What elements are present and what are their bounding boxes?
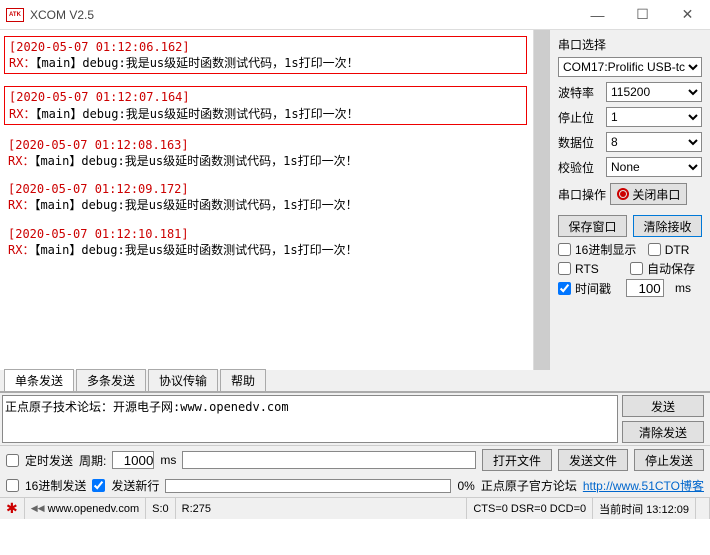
period-input[interactable] bbox=[112, 451, 154, 469]
titlebar: ATK XCOM V2.5 — ☐ ✕ bbox=[0, 0, 710, 30]
terminal-entry: [2020-05-07 01:12:08.163]RX：【main】debug:… bbox=[8, 137, 541, 169]
terminal-entry: [2020-05-07 01:12:10.181]RX：【main】debug:… bbox=[8, 226, 541, 258]
clear-receive-button[interactable]: 清除接收 bbox=[633, 215, 702, 237]
app-logo: ATK bbox=[6, 8, 24, 22]
tab-protocol[interactable]: 协议传输 bbox=[148, 369, 218, 391]
chevron-left-icon[interactable]: ◀◀ bbox=[31, 503, 45, 514]
open-file-button[interactable]: 打开文件 bbox=[482, 449, 552, 471]
tab-help[interactable]: 帮助 bbox=[220, 369, 266, 391]
clear-send-button[interactable]: 清除发送 bbox=[622, 421, 704, 443]
baud-select[interactable]: 115200 bbox=[606, 82, 702, 102]
side-panel: 串口选择 COM17:Prolific USB-tc 波特率115200 停止位… bbox=[550, 30, 710, 370]
hex-display-checkbox[interactable] bbox=[558, 243, 571, 256]
maximize-button[interactable]: ☐ bbox=[620, 0, 665, 30]
save-window-button[interactable]: 保存窗口 bbox=[558, 215, 627, 237]
dtr-checkbox[interactable] bbox=[648, 243, 661, 256]
stop-label: 停止位 bbox=[558, 109, 602, 126]
rts-checkbox[interactable] bbox=[558, 262, 571, 275]
hex-send-checkbox[interactable] bbox=[6, 479, 19, 492]
stop-select[interactable]: 1 bbox=[606, 107, 702, 127]
status-site: www.openedv.com bbox=[48, 503, 140, 515]
terminal-entry: [2020-05-07 01:12:09.172]RX：【main】debug:… bbox=[8, 181, 541, 213]
timestamp-checkbox[interactable] bbox=[558, 282, 571, 295]
port-select-label: 串口选择 bbox=[558, 36, 702, 53]
send-button[interactable]: 发送 bbox=[622, 395, 704, 417]
window-title: XCOM V2.5 bbox=[30, 8, 94, 22]
baud-label: 波特率 bbox=[558, 84, 602, 101]
progress-percent: 0% bbox=[457, 479, 474, 493]
terminal-entry: [2020-05-07 01:12:07.164]RX：【main】debug:… bbox=[4, 86, 527, 124]
op-label: 串口操作 bbox=[558, 186, 606, 203]
tabs: 单条发送 多条发送 协议传输 帮助 bbox=[0, 370, 710, 392]
parity-label: 校验位 bbox=[558, 159, 602, 176]
file-path-input[interactable] bbox=[182, 451, 476, 469]
terminal-entry: [2020-05-07 01:12:06.162]RX：【main】debug:… bbox=[4, 36, 527, 74]
close-button[interactable]: ✕ bbox=[665, 0, 710, 30]
record-icon bbox=[617, 188, 629, 200]
status-bar: ✱ ◀◀ www.openedv.com S:0 R:275 CTS=0 DSR… bbox=[0, 497, 710, 519]
send-textarea[interactable]: 正点原子技术论坛：开源电子网:www.openedv.com bbox=[2, 395, 618, 443]
minimize-button[interactable]: — bbox=[575, 0, 620, 30]
forum-link[interactable]: http://www.51CTO博客 bbox=[583, 477, 704, 494]
tab-multi-send[interactable]: 多条发送 bbox=[76, 369, 146, 391]
data-select[interactable]: 8 bbox=[606, 132, 702, 152]
send-newline-checkbox[interactable] bbox=[92, 479, 105, 492]
data-label: 数据位 bbox=[558, 134, 602, 151]
send-file-button[interactable]: 发送文件 bbox=[558, 449, 628, 471]
forum-text: 正点原子官方论坛 bbox=[481, 477, 577, 494]
progress-bar bbox=[165, 479, 451, 493]
terminal-output: [2020-05-07 01:12:06.162]RX：【main】debug:… bbox=[0, 30, 550, 370]
timed-send-checkbox[interactable] bbox=[6, 454, 19, 467]
status-sent: S:0 bbox=[146, 498, 176, 519]
terminal-scrollbar[interactable] bbox=[533, 30, 549, 370]
gear-icon[interactable]: ✱ bbox=[6, 500, 18, 517]
status-received: R:275 bbox=[176, 498, 468, 519]
close-port-button[interactable]: 关闭串口 bbox=[610, 183, 687, 205]
timestamp-interval-input[interactable] bbox=[626, 279, 664, 297]
autosave-checkbox[interactable] bbox=[630, 262, 643, 275]
status-time: 当前时间 13:12:09 bbox=[593, 498, 696, 519]
stop-send-button[interactable]: 停止发送 bbox=[634, 449, 704, 471]
status-line-state: CTS=0 DSR=0 DCD=0 bbox=[467, 498, 593, 519]
tab-single-send[interactable]: 单条发送 bbox=[4, 369, 74, 391]
parity-select[interactable]: None bbox=[606, 157, 702, 177]
port-select[interactable]: COM17:Prolific USB-tc bbox=[558, 57, 702, 77]
